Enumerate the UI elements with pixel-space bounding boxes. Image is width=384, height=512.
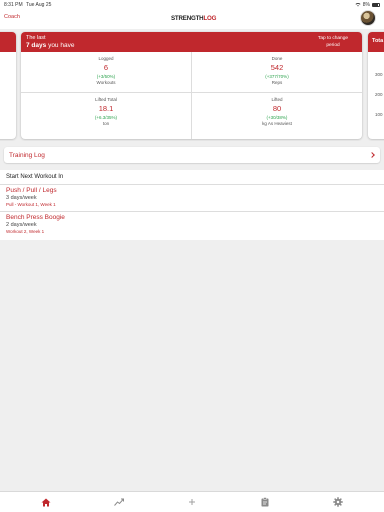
stat-value: 18.1	[98, 104, 114, 113]
stats-grid: Logged 6 (+3/50%) Workouts Done 542 (+37…	[21, 52, 362, 139]
chart-tick-label: 200	[375, 92, 383, 97]
logo-text: STRENGTHLOG	[170, 15, 217, 22]
period-value: 7 days	[26, 42, 47, 49]
stat-change: (+3/50%)	[96, 73, 116, 79]
stat-change: (+6.3/35%)	[94, 114, 118, 120]
stat-change: (+377/70%)	[265, 73, 289, 79]
status-time-date: 8:31 PM Tue Aug 25	[4, 2, 51, 8]
status-indicators: 8%	[355, 2, 380, 8]
stats-carousel[interactable]: The last 7 days you have Tap to change p…	[0, 31, 384, 141]
start-next-workout-section: Start Next Workout In Push / Pull / Legs…	[0, 170, 384, 240]
gear-icon	[332, 497, 343, 507]
header-line1: The last	[26, 35, 46, 41]
stat-unit: Workouts	[96, 80, 116, 85]
program-frequency: 2 days/week	[6, 222, 37, 228]
stat-change: (+30/38%)	[266, 114, 288, 120]
training-log-label: Training Log	[9, 151, 45, 159]
tab-add-workout[interactable]	[172, 495, 212, 509]
header-period: 7 days you have	[26, 42, 74, 49]
stat-reps: Done 542 (+377/70%) Reps	[192, 56, 362, 85]
grid-divider-horizontal	[21, 92, 362, 93]
stat-value: 6	[103, 63, 109, 72]
program-next-workout: Pull - Workout 1, Week 1	[6, 202, 56, 207]
clipboard-icon	[261, 497, 269, 507]
next-stats-card[interactable]: Tota 300 200 100	[368, 32, 384, 139]
stat-unit: Reps	[271, 80, 283, 85]
tap-to-change-period[interactable]: Tap to change period	[313, 36, 353, 49]
avatar[interactable]	[360, 10, 376, 26]
stat-label: Logged	[98, 56, 114, 61]
logo-text-left: STRENGTH	[171, 14, 204, 22]
chevron-right-icon	[369, 152, 375, 158]
strengthlog-logo: STRENGTHLOG	[167, 12, 217, 24]
program-frequency: 3 days/week	[6, 195, 37, 201]
logo-text-right: LOG	[203, 14, 217, 22]
program-item-ppl[interactable]: Push / Pull / Legs 3 days/week Pull - Wo…	[0, 184, 384, 211]
next-card-title: Tota	[368, 32, 384, 52]
stat-value: 542	[270, 63, 284, 72]
home-icon	[41, 498, 51, 506]
stat-unit: ton	[102, 121, 110, 126]
program-name: Bench Press Boogie	[6, 214, 65, 221]
stat-label: Lifted	[271, 97, 283, 102]
program-name: Push / Pull / Legs	[6, 187, 57, 194]
stats-card[interactable]: The last 7 days you have Tap to change p…	[21, 32, 362, 139]
previous-card-header	[0, 32, 16, 52]
stat-heaviest: Lifted 80 (+30/38%) kg As Heaviest	[192, 97, 362, 126]
previous-stats-card[interactable]	[0, 32, 16, 139]
stat-workouts: Logged 6 (+3/50%) Workouts	[21, 56, 191, 85]
tab-progress[interactable]	[99, 495, 139, 509]
coach-link[interactable]: Coach	[4, 14, 20, 20]
section-title: Start Next Workout In	[6, 174, 64, 180]
nav-bar: Coach STRENGTHLOG	[0, 9, 384, 29]
stat-value: 80	[272, 104, 282, 113]
stat-label: Done	[271, 56, 283, 61]
stat-unit: kg As Heaviest	[262, 121, 292, 126]
wifi-icon	[355, 2, 361, 7]
battery-percent: 8%	[362, 1, 370, 8]
status-time: 8:31 PM	[4, 1, 23, 8]
period-suffix: you have	[48, 42, 75, 49]
battery-icon	[372, 2, 380, 7]
plus-icon	[188, 499, 195, 505]
stat-lifted-total: Lifted Total 18.1 (+6.3/35%) ton	[21, 97, 191, 126]
chart-icon	[114, 498, 125, 506]
chart-tick-label: 100	[375, 112, 383, 117]
stats-card-header[interactable]: The last 7 days you have Tap to change p…	[21, 32, 362, 52]
tab-settings[interactable]	[318, 495, 358, 509]
training-log-button[interactable]: Training Log	[4, 147, 380, 163]
status-bar: 8:31 PM Tue Aug 25 8%	[0, 0, 384, 9]
chart-tick-label: 300	[375, 72, 383, 77]
tab-programs[interactable]	[245, 495, 285, 509]
status-date: Tue Aug 25	[26, 1, 52, 8]
tab-bar	[0, 491, 384, 512]
program-next-workout: Workout 2, Week 1	[6, 229, 45, 234]
program-item-bench[interactable]: Bench Press Boogie 2 days/week Workout 2…	[0, 211, 384, 238]
stat-label: Lifted Total	[95, 97, 117, 102]
tab-home[interactable]	[26, 495, 66, 509]
